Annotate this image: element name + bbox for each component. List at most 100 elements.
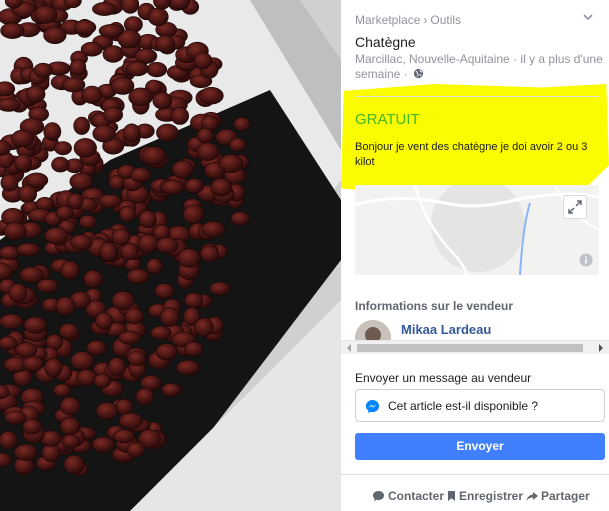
contact-action[interactable]: Contacter xyxy=(372,489,444,503)
chestnut-mark xyxy=(33,5,58,24)
chestnut-mark xyxy=(138,210,157,229)
breadcrumb-separator: › xyxy=(423,13,428,27)
chestnut-mark xyxy=(55,205,74,221)
chestnut-mark xyxy=(86,340,107,356)
chestnut-mark xyxy=(171,160,194,179)
chestnut-mark xyxy=(155,343,178,361)
map-expand-button[interactable] xyxy=(563,195,587,219)
chestnut-mark xyxy=(230,211,250,226)
chestnut-mark xyxy=(160,307,180,327)
chestnut-mark xyxy=(83,270,103,289)
meta-separator-2: · xyxy=(403,67,408,81)
scrollbar-thumb[interactable] xyxy=(357,344,583,352)
chestnut-mark xyxy=(146,258,163,275)
listing-details-panel: Marketplace › Outils Chatègne Marcillac, N… xyxy=(341,0,609,511)
chestnut-mark xyxy=(182,204,205,224)
chestnut-mark xyxy=(155,35,176,53)
chestnut-mark xyxy=(55,296,76,316)
messenger-icon xyxy=(365,399,380,414)
chestnut-mark xyxy=(218,154,243,174)
chestnut-mark xyxy=(99,242,118,262)
chestnut-mark xyxy=(60,260,80,280)
chestnut-mark xyxy=(73,138,97,158)
chestnut-mark xyxy=(70,351,95,371)
message-input-value: Cet article est-il disponible ? xyxy=(388,399,539,413)
chestnut-mark xyxy=(92,124,116,143)
chestnut-mark xyxy=(170,107,189,125)
avatar[interactable] xyxy=(355,320,391,342)
chestnut-photo-image xyxy=(0,0,341,511)
chestnut-mark xyxy=(125,307,144,325)
breadcrumb: Marketplace › Outils xyxy=(355,13,461,27)
chestnut-mark xyxy=(59,396,81,416)
chestnut-mark xyxy=(22,355,44,372)
listing-description: Bonjour je vent des chatègne je doi avoi… xyxy=(355,141,588,168)
chestnut-mark xyxy=(70,234,93,251)
chestnut-mark xyxy=(103,106,124,123)
bookmark-icon xyxy=(448,491,455,501)
info-icon[interactable] xyxy=(579,253,593,267)
seller-info-heading: Informations sur le vendeur xyxy=(355,299,514,313)
chestnut-mark xyxy=(193,52,213,70)
chevron-down-icon[interactable] xyxy=(581,11,595,23)
chestnut-mark xyxy=(67,193,84,210)
listing-location[interactable]: Marcillac, Nouvelle-Aquitaine xyxy=(355,52,510,66)
chestnut-mark xyxy=(111,228,131,246)
chestnut-mark xyxy=(43,26,67,44)
chestnut-mark xyxy=(102,45,124,63)
chestnut-mark xyxy=(13,443,38,461)
chestnut-mark xyxy=(76,369,97,387)
chestnut-mark xyxy=(25,85,46,103)
chestnut-mark xyxy=(120,243,139,261)
scroll-right-arrow-icon[interactable] xyxy=(596,343,606,353)
chestnut-mark xyxy=(147,7,169,27)
chestnut-mark xyxy=(199,245,220,263)
chestnut-mark xyxy=(177,248,201,268)
chestnut-mark xyxy=(115,398,134,416)
chestnut-mark xyxy=(111,291,135,311)
horizontal-scrollbar[interactable] xyxy=(341,340,609,354)
chestnut-mark xyxy=(23,316,48,334)
save-action[interactable]: Enregistrer xyxy=(447,489,523,503)
share-action[interactable]: Partager xyxy=(526,489,590,503)
chestnut-mark xyxy=(113,429,136,444)
chestnut-mark xyxy=(233,117,251,132)
chestnut-mark xyxy=(14,154,33,172)
chestnut-mark xyxy=(141,146,167,166)
message-input[interactable]: Cet article est-il disponible ? xyxy=(355,389,605,422)
chestnut-mark xyxy=(196,142,219,161)
chestnut-mark xyxy=(25,172,49,188)
chestnut-mark xyxy=(54,141,72,156)
chestnut-mark xyxy=(118,330,142,345)
send-button[interactable]: Envoyer xyxy=(355,433,605,460)
chestnut-mark xyxy=(135,387,155,406)
location-map[interactable] xyxy=(355,185,599,275)
chestnut-mark xyxy=(150,325,172,340)
save-label: Enregistrer xyxy=(459,489,524,503)
chestnut-mark xyxy=(43,122,62,142)
breadcrumb-marketplace[interactable]: Marketplace xyxy=(355,13,420,27)
chestnut-mark xyxy=(229,137,247,152)
share-label: Partager xyxy=(541,489,590,503)
chestnut-mark xyxy=(155,237,179,254)
chestnut-mark xyxy=(8,283,28,303)
chestnut-mark xyxy=(44,358,63,378)
chestnut-mark xyxy=(194,317,214,337)
chestnut-mark xyxy=(95,312,114,330)
chestnut-mark xyxy=(0,313,24,330)
message-heading: Envoyer un message au vendeur xyxy=(355,371,532,385)
listing-photo[interactable] xyxy=(0,0,341,511)
seller-row[interactable]: Mikaa Lardeau xyxy=(355,318,599,342)
seller-name-link[interactable]: Mikaa Lardeau xyxy=(401,322,491,337)
chestnut-mark xyxy=(201,221,225,238)
chestnut-mark xyxy=(93,373,111,389)
scroll-left-arrow-icon[interactable] xyxy=(344,343,354,353)
chestnut-mark xyxy=(126,268,150,285)
chestnut-mark xyxy=(146,61,168,78)
chestnut-mark xyxy=(127,442,145,458)
chestnut-mark xyxy=(184,341,204,357)
chestnut-mark xyxy=(184,292,204,309)
chestnut-mark xyxy=(119,205,136,223)
breadcrumb-category[interactable]: Outils xyxy=(430,13,461,27)
chestnut-mark xyxy=(4,410,27,425)
